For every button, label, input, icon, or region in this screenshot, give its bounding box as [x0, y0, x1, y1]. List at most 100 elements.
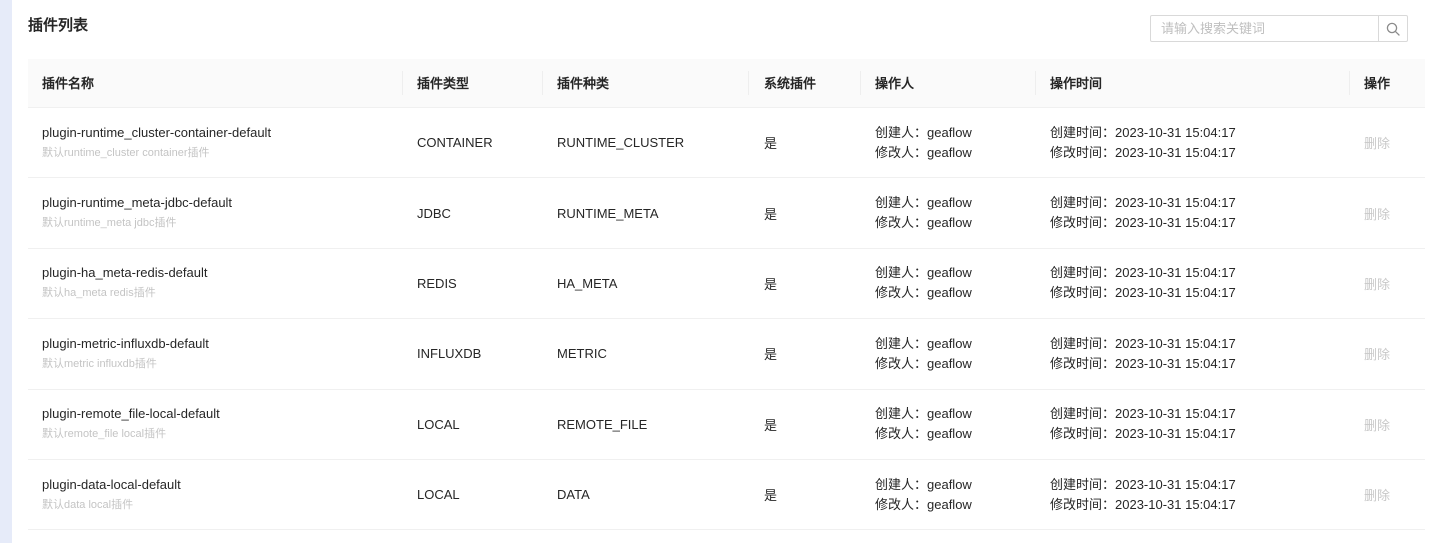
delete-button[interactable]: 删除	[1364, 133, 1390, 152]
modifier: 修改人：geaflow	[875, 426, 972, 442]
creator: 创建人：geaflow	[875, 335, 972, 351]
action-cell: 删除	[1364, 460, 1390, 529]
plugin-name-cell: plugin-remote_file-local-default 默认remot…	[42, 390, 220, 459]
plugin-name: plugin-remote_file-local-default	[42, 406, 220, 422]
modify-time: 修改时间：2023-10-31 15:04:17	[1050, 426, 1236, 442]
table-body: plugin-runtime_cluster-container-default…	[28, 108, 1425, 531]
plugin-description: 默认remote_file local插件	[42, 428, 167, 441]
modifier: 修改人：geaflow	[875, 215, 972, 231]
plugin-name: plugin-runtime_meta-jdbc-default	[42, 195, 233, 211]
time-cell: 创建时间：2023-10-31 15:04:17 修改时间：2023-10-31…	[1050, 460, 1236, 529]
plugin-type: LOCAL	[417, 416, 460, 432]
delete-button[interactable]: 删除	[1364, 204, 1390, 223]
operator-cell: 创建人：geaflow 修改人：geaflow	[875, 108, 972, 177]
plugin-type: CONTAINER	[417, 135, 493, 151]
system-plugin-flag: 是	[764, 206, 778, 222]
creator: 创建人：geaflow	[875, 406, 972, 422]
system-plugin-flag: 是	[764, 488, 778, 504]
action-cell: 删除	[1364, 249, 1390, 318]
plugin-category: DATA	[557, 487, 590, 503]
time-cell: 创建时间：2023-10-31 15:04:17 修改时间：2023-10-31…	[1050, 108, 1236, 177]
modifier: 修改人：geaflow	[875, 496, 972, 512]
table-row: plugin-data-local-default 默认data local插件…	[28, 460, 1425, 531]
modifier: 修改人：geaflow	[875, 144, 972, 160]
operator-cell: 创建人：geaflow 修改人：geaflow	[875, 460, 972, 529]
column-divider	[1349, 71, 1350, 95]
system-plugin-flag: 是	[764, 417, 778, 433]
plugin-name: plugin-data-local-default	[42, 476, 181, 492]
page-title: 插件列表	[28, 17, 89, 34]
create-time: 创建时间：2023-10-31 15:04:17	[1050, 476, 1236, 492]
table-row: plugin-remote_file-local-default 默认remot…	[28, 390, 1425, 460]
column-header-type: 插件类型	[417, 76, 470, 91]
column-header-category: 插件种类	[557, 76, 610, 91]
plugin-type: REDIS	[417, 275, 457, 291]
plugin-name-cell: plugin-data-local-default 默认data local插件	[42, 460, 181, 529]
search-button[interactable]	[1378, 16, 1407, 41]
plugin-description: 默认metric influxdb插件	[42, 357, 157, 370]
plugin-name-cell: plugin-runtime_meta-jdbc-default 默认runti…	[42, 178, 232, 247]
modify-time: 修改时间：2023-10-31 15:04:17	[1050, 144, 1236, 160]
operator-cell: 创建人：geaflow 修改人：geaflow	[875, 178, 972, 247]
search-icon	[1386, 22, 1400, 36]
plugin-category: RUNTIME_META	[557, 205, 659, 221]
delete-button[interactable]: 删除	[1364, 274, 1390, 293]
column-header-action: 操作	[1364, 76, 1391, 91]
plugin-description: 默认runtime_cluster container插件	[42, 146, 210, 159]
creator: 创建人：geaflow	[875, 195, 972, 211]
plugin-type: JDBC	[417, 205, 451, 221]
search-input[interactable]	[1151, 16, 1378, 41]
column-divider	[402, 71, 403, 95]
delete-button[interactable]: 删除	[1364, 415, 1390, 434]
plugin-name: plugin-metric-influxdb-default	[42, 335, 209, 351]
modify-time: 修改时间：2023-10-31 15:04:17	[1050, 496, 1236, 512]
search-box	[1150, 15, 1408, 42]
table-row: plugin-runtime_meta-jdbc-default 默认runti…	[28, 178, 1425, 249]
left-sidebar-strip	[0, 0, 12, 543]
modifier: 修改人：geaflow	[875, 355, 972, 371]
modify-time: 修改时间：2023-10-31 15:04:17	[1050, 215, 1236, 231]
plugin-name-cell: plugin-metric-influxdb-default 默认metric …	[42, 319, 209, 388]
plugin-type: LOCAL	[417, 487, 460, 503]
action-cell: 删除	[1364, 319, 1390, 388]
modify-time: 修改时间：2023-10-31 15:04:17	[1050, 285, 1236, 301]
time-cell: 创建时间：2023-10-31 15:04:17 修改时间：2023-10-31…	[1050, 249, 1236, 318]
time-cell: 创建时间：2023-10-31 15:04:17 修改时间：2023-10-31…	[1050, 390, 1236, 459]
action-cell: 删除	[1364, 108, 1390, 177]
plugin-category: RUNTIME_CLUSTER	[557, 135, 685, 151]
modify-time: 修改时间：2023-10-31 15:04:17	[1050, 355, 1236, 371]
table-row: plugin-runtime_cluster-container-default…	[28, 108, 1425, 179]
operator-cell: 创建人：geaflow 修改人：geaflow	[875, 249, 972, 318]
plugin-category: HA_META	[557, 275, 618, 291]
table-header: 插件名称 插件类型 插件种类 系统插件 操作人 操作时间 操作	[28, 59, 1425, 108]
column-divider	[748, 71, 749, 95]
system-plugin-flag: 是	[764, 276, 778, 292]
creator: 创建人：geaflow	[875, 476, 972, 492]
plugin-description: 默认data local插件	[42, 498, 134, 511]
delete-button[interactable]: 删除	[1364, 485, 1390, 504]
column-header-name: 插件名称	[42, 76, 95, 91]
creator: 创建人：geaflow	[875, 124, 972, 140]
action-cell: 删除	[1364, 390, 1390, 459]
operator-cell: 创建人：geaflow 修改人：geaflow	[875, 319, 972, 388]
plugin-name: plugin-runtime_cluster-container-default	[42, 124, 272, 140]
plugin-name-cell: plugin-runtime_cluster-container-default…	[42, 108, 271, 177]
system-plugin-flag: 是	[764, 136, 778, 152]
system-plugin-flag: 是	[764, 347, 778, 363]
plugin-description: 默认runtime_meta jdbc插件	[42, 217, 177, 230]
create-time: 创建时间：2023-10-31 15:04:17	[1050, 335, 1236, 351]
column-divider	[1035, 71, 1036, 95]
action-cell: 删除	[1364, 178, 1390, 247]
column-divider	[860, 71, 861, 95]
column-divider	[542, 71, 543, 95]
create-time: 创建时间：2023-10-31 15:04:17	[1050, 195, 1236, 211]
operator-cell: 创建人：geaflow 修改人：geaflow	[875, 390, 972, 459]
plugin-category: METRIC	[557, 346, 607, 362]
plugin-table: 插件名称 插件类型 插件种类 系统插件 操作人 操作时间 操作 plugin-r…	[28, 59, 1425, 531]
time-cell: 创建时间：2023-10-31 15:04:17 修改时间：2023-10-31…	[1050, 319, 1236, 388]
plugin-type: INFLUXDB	[417, 346, 482, 362]
column-header-time: 操作时间	[1050, 76, 1103, 91]
create-time: 创建时间：2023-10-31 15:04:17	[1050, 406, 1236, 422]
delete-button[interactable]: 删除	[1364, 344, 1390, 363]
plugin-description: 默认ha_meta redis插件	[42, 287, 156, 300]
